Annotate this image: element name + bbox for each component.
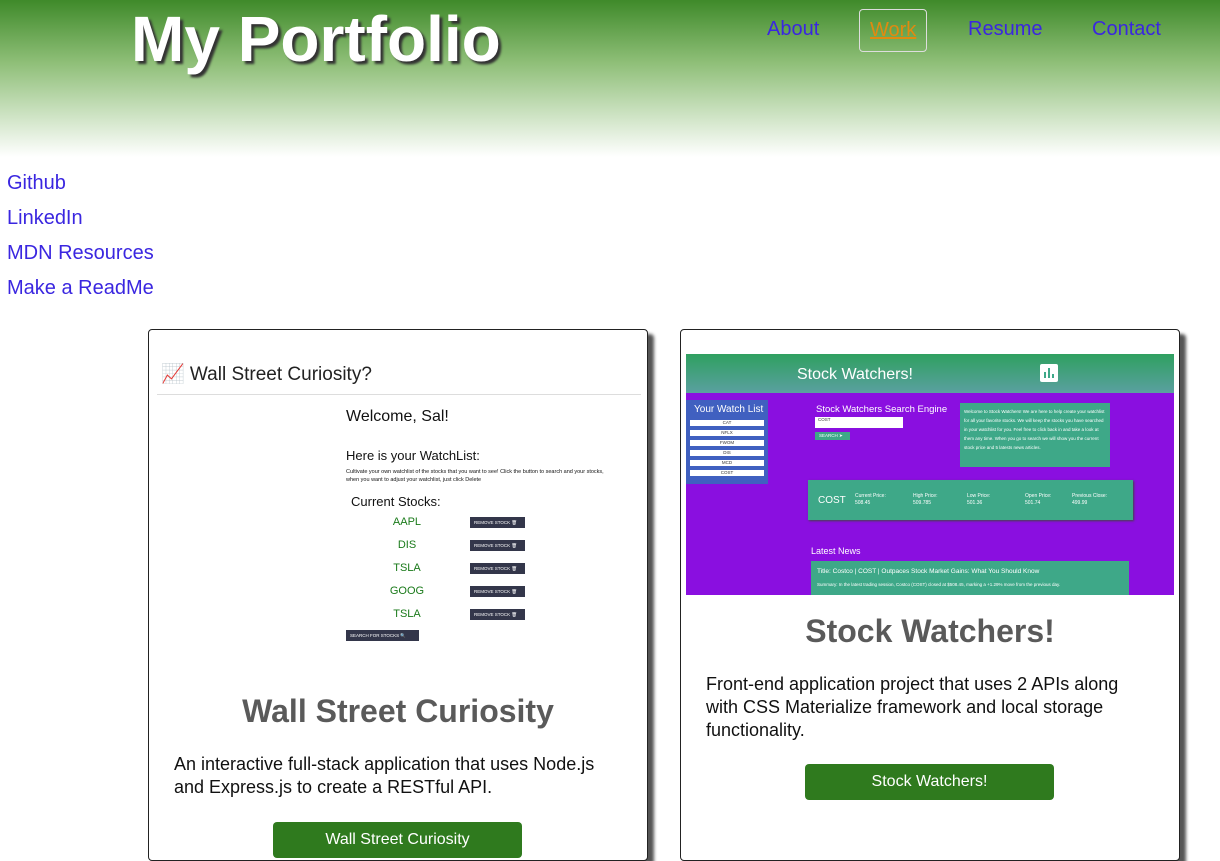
nav-work[interactable]: Work bbox=[859, 9, 928, 52]
preview-current-price: 508.45 bbox=[855, 500, 871, 506]
preview-remove-stock-button: REMOVE STOCK 🗑 bbox=[470, 586, 525, 597]
preview-watch-item: CAT bbox=[690, 420, 764, 426]
link-github[interactable]: Github bbox=[7, 172, 154, 207]
preview-news-card: Title: Costco | COST | Outpaces Stock Ma… bbox=[811, 561, 1129, 595]
preview-news-heading: Latest News bbox=[811, 546, 861, 556]
project-description: Front-end application project that uses … bbox=[706, 674, 1119, 740]
preview-app-bar: Stock Watchers! bbox=[686, 354, 1174, 393]
site-header: My Portfolio About Work Resume Contact bbox=[0, 0, 1220, 157]
preview-welcome: Welcome, Sal! bbox=[346, 408, 449, 425]
resource-links: Github LinkedIn MDN Resources Make a Rea… bbox=[7, 172, 154, 312]
preview-watch-item: NFLX bbox=[690, 430, 764, 436]
preview-app-title: Stock Watchers! bbox=[797, 366, 913, 383]
preview-quote-card: COST Current Price: 508.45 High Price: 5… bbox=[808, 480, 1133, 520]
project-screenshot-wall-street-curiosity[interactable]: 📈 Wall Street Curiosity? Welcome, Sal! H… bbox=[157, 352, 641, 652]
project-card-wall-street-curiosity: 📈 Wall Street Curiosity? Welcome, Sal! H… bbox=[148, 329, 648, 861]
preview-watch-list-title: Your Watch List bbox=[694, 404, 764, 415]
project-button-wall-street-curiosity[interactable]: Wall Street Curiosity bbox=[273, 822, 522, 858]
preview-stock: TSLA bbox=[393, 562, 421, 574]
preview-search-button: SEARCH ➤ bbox=[815, 432, 850, 440]
preview-instructions: Cultivate your own watchlist of the stoc… bbox=[346, 469, 604, 475]
project-button-stock-watchers[interactable]: Stock Watchers! bbox=[805, 764, 1054, 800]
preview-stock: DIS bbox=[397, 539, 417, 551]
preview-quote-symbol: COST bbox=[818, 495, 846, 506]
preview-news-summary: Summary: In the latest trading session, … bbox=[817, 582, 1061, 587]
project-title: Stock Watchers! bbox=[805, 613, 1055, 649]
preview-watch-item: COST bbox=[690, 470, 764, 476]
preview-watch-item: DIS bbox=[690, 450, 764, 456]
preview-intro-text: Welcome to Stock Watchers! We are here t… bbox=[960, 403, 1110, 467]
preview-high-label: High Price: bbox=[913, 493, 938, 499]
preview-high-price: 509.785 bbox=[913, 500, 932, 506]
preview-current-stocks: Current Stocks: bbox=[351, 494, 441, 509]
preview-low-price: 501.36 bbox=[967, 500, 983, 506]
preview-stock: GOOG bbox=[389, 585, 425, 597]
preview-watch-item: FWOM bbox=[690, 440, 764, 446]
preview-watch-list: Your Watch List CAT NFLX FWOM DIS MCD CO… bbox=[686, 400, 768, 484]
link-make-a-readme[interactable]: Make a ReadMe bbox=[7, 277, 154, 312]
preview-low-label: Low Price: bbox=[967, 493, 991, 499]
preview-search-input: COST bbox=[815, 417, 903, 428]
preview-news-title: Title: Costco | COST | Outpaces Stock Ma… bbox=[817, 568, 1040, 575]
nav-contact[interactable]: Contact bbox=[1092, 18, 1161, 41]
preview-prev-close: 499.99 bbox=[1072, 500, 1088, 506]
project-screenshot-stock-watchers[interactable]: Stock Watchers! Your Watch List CAT NFLX… bbox=[686, 354, 1174, 595]
project-card-stock-watchers: Stock Watchers! Your Watch List CAT NFLX… bbox=[680, 329, 1180, 861]
preview-current-price-label: Current Price: bbox=[855, 493, 886, 499]
divider bbox=[157, 394, 641, 395]
preview-stock: AAPL bbox=[392, 516, 422, 528]
link-mdn-resources[interactable]: MDN Resources bbox=[7, 242, 154, 277]
preview-remove-stock-button: REMOVE STOCK 🗑 bbox=[470, 609, 525, 620]
project-description: An interactive full-stack application th… bbox=[174, 754, 595, 797]
preview-prev-close-label: Previous Close: bbox=[1072, 493, 1108, 499]
preview-search-stocks-button: SEARCH FOR STOCKS 🔍 bbox=[346, 630, 419, 641]
link-linkedin[interactable]: LinkedIn bbox=[7, 207, 154, 242]
site-title: My Portfolio bbox=[131, 3, 501, 75]
nav-resume[interactable]: Resume bbox=[968, 18, 1042, 41]
nav-about[interactable]: About bbox=[767, 18, 819, 41]
preview-open-label: Open Price: bbox=[1025, 493, 1052, 499]
bar-chart-icon bbox=[1040, 364, 1058, 382]
preview-instructions: when you want to adjust your watchlist, … bbox=[346, 477, 482, 483]
preview-remove-stock-button: REMOVE STOCK 🗑 bbox=[470, 517, 525, 528]
preview-search-title: Stock Watchers Search Engine bbox=[816, 404, 948, 415]
preview-remove-stock-button: REMOVE STOCK 🗑 bbox=[470, 540, 525, 551]
project-title: Wall Street Curiosity bbox=[242, 693, 554, 729]
preview-watchlist-heading: Here is your WatchList: bbox=[346, 448, 480, 463]
preview-app-header: 📈 Wall Street Curiosity? bbox=[161, 364, 372, 385]
preview-open-price: 501.74 bbox=[1025, 500, 1041, 506]
preview-stock: TSLA bbox=[393, 608, 421, 620]
preview-remove-stock-button: REMOVE STOCK 🗑 bbox=[470, 563, 525, 574]
preview-watch-item: MCD bbox=[690, 460, 764, 466]
